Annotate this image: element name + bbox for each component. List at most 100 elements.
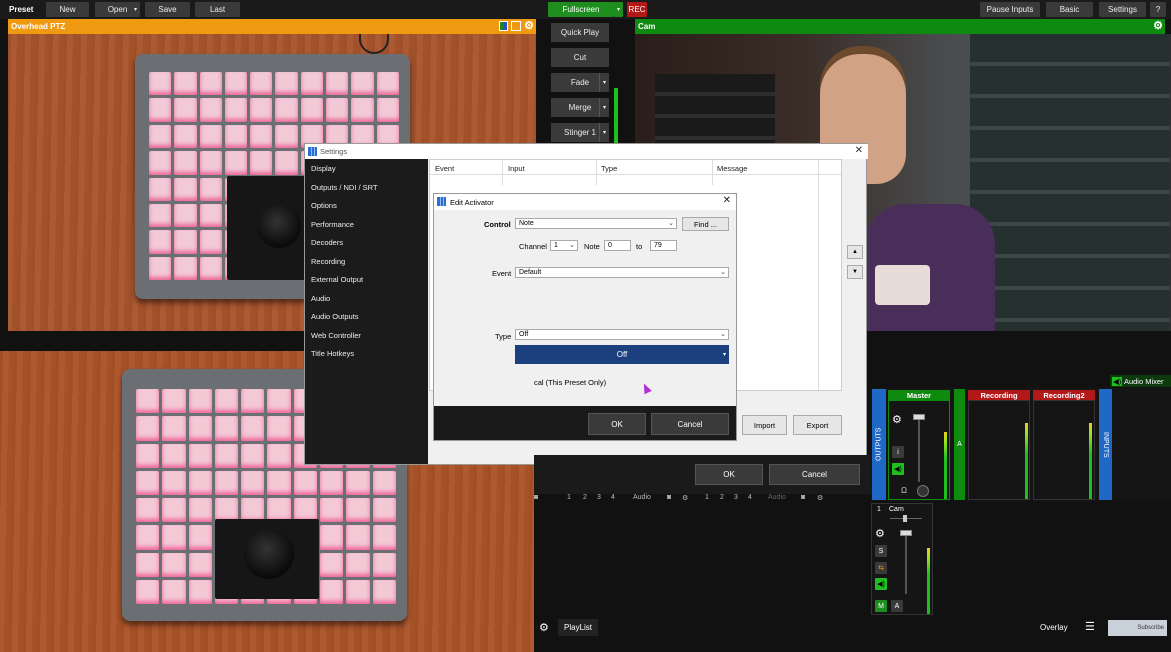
input-num-4[interactable]: 4 — [748, 494, 752, 501]
inputs-tab[interactable]: INPUTS — [1099, 389, 1112, 500]
speaker-icon: ◀) — [1112, 377, 1123, 386]
sidebar-item-title-hotkeys[interactable]: Title Hotkeys — [305, 344, 428, 363]
export-button[interactable]: Export — [793, 415, 842, 435]
master-fader-handle[interactable] — [913, 414, 925, 420]
master-speaker-icon[interactable]: ◀) — [892, 463, 904, 475]
master-info-button[interactable]: i — [892, 446, 904, 458]
cam-speaker-icon[interactable]: ◀) — [875, 578, 887, 590]
menu-icon[interactable]: ☰ — [1085, 620, 1095, 633]
help-button[interactable]: ? — [1150, 2, 1166, 17]
sidebar-item-options[interactable]: Options — [305, 196, 428, 215]
mute-bus-button[interactable]: M — [875, 600, 887, 612]
speaker-icon[interactable]: ◙ — [667, 494, 671, 501]
sidebar-item-audio[interactable]: Audio — [305, 289, 428, 308]
cam-gear-icon[interactable]: ⚙ — [875, 527, 885, 540]
recording2-label[interactable]: Recording2 — [1033, 390, 1095, 400]
recording-meter — [1025, 423, 1028, 499]
keypad-key — [199, 72, 222, 96]
audio-label[interactable]: Audio — [768, 494, 786, 501]
gear-icon[interactable]: ⚙ — [817, 494, 823, 502]
gear-icon[interactable]: ⚙ — [524, 19, 534, 32]
basic-button[interactable]: Basic — [1046, 2, 1093, 17]
import-button[interactable]: Import — [742, 415, 787, 435]
note-from-input[interactable]: 0 — [604, 240, 631, 251]
bottom-gear-icon[interactable]: ⚙ — [539, 621, 549, 634]
close-icon[interactable]: ✕ — [855, 145, 863, 156]
control-select[interactable]: Note ⌄ — [515, 218, 677, 229]
input-num-1[interactable]: 1 — [705, 494, 709, 501]
output-gear-icon[interactable]: ⚙ — [1153, 19, 1163, 32]
layout-icon[interactable] — [511, 21, 521, 31]
open-button[interactable]: Open ▾ — [95, 2, 140, 17]
master-label[interactable]: Master — [888, 390, 950, 400]
fullscreen-dropdown-icon[interactable]: ▾ — [614, 2, 623, 17]
audio-label[interactable]: Audio — [633, 494, 651, 501]
sidebar-item-external-output[interactable]: External Output — [305, 270, 428, 289]
colour-icon[interactable] — [499, 21, 508, 31]
sidebar-item-audio-outputs[interactable]: Audio Outputs — [305, 307, 428, 326]
sidebar-item-decoders[interactable]: Decoders — [305, 233, 428, 252]
new-button[interactable]: New — [46, 2, 89, 17]
master-gear-icon[interactable]: ⚙ — [892, 413, 902, 426]
overlay-button[interactable]: Overlay — [1040, 623, 1068, 632]
edit-cancel-button[interactable]: Cancel — [651, 413, 729, 435]
playlist-button[interactable]: PlayList — [558, 619, 599, 636]
input-num-2[interactable]: 2 — [583, 494, 587, 501]
stinger-dropdown-icon[interactable]: ▾ — [599, 123, 609, 142]
input-num-1[interactable]: 1 — [567, 494, 571, 501]
pause-inputs-button[interactable]: Pause Inputs — [980, 2, 1040, 17]
sidebar-item-web-controller[interactable]: Web Controller — [305, 326, 428, 345]
bus-a-tab[interactable]: A — [954, 389, 965, 500]
input-num-3[interactable]: 3 — [734, 494, 738, 501]
settings-cancel-button[interactable]: Cancel — [769, 464, 860, 485]
input-num-2[interactable]: 2 — [720, 494, 724, 501]
note-to-input[interactable]: 79 — [650, 240, 677, 251]
speaker-icon[interactable]: ◙ — [801, 494, 805, 501]
volume-knob[interactable] — [917, 485, 929, 497]
sidebar-item-display[interactable]: Display — [305, 159, 428, 178]
gear-icon[interactable]: ⚙ — [682, 494, 688, 502]
cam-fader-handle[interactable] — [900, 530, 912, 536]
save-button[interactable]: Save — [145, 2, 190, 17]
settings-button[interactable]: Settings — [1099, 2, 1146, 17]
route-icon[interactable]: ⇆ — [875, 562, 887, 574]
move-down-button[interactable]: ▼ — [847, 265, 863, 279]
move-up-button[interactable]: ▲ — [847, 245, 863, 259]
input-num-4[interactable]: 4 — [611, 494, 615, 501]
stinger-button[interactable]: Stinger 1 ▾ — [551, 123, 609, 142]
fade-button[interactable]: Fade ▾ — [551, 73, 609, 92]
sidebar-item-performance[interactable]: Performance — [305, 215, 428, 234]
sidebar-item-outputs-ndi-srt[interactable]: Outputs / NDI / SRT — [305, 178, 428, 197]
rec-button[interactable]: REC — [627, 2, 647, 17]
edit-ok-button[interactable]: OK — [588, 413, 646, 435]
bus-a-button[interactable]: A — [891, 600, 903, 612]
note-label: Note — [584, 242, 600, 251]
keypad-key — [275, 151, 298, 175]
merge-dropdown-icon[interactable]: ▾ — [599, 98, 609, 117]
find-button[interactable]: Find ... — [682, 217, 729, 231]
audio-mixer-tab[interactable]: ◀) Audio Mixer — [1110, 375, 1171, 387]
sidebar-item-recording[interactable]: Recording — [305, 252, 428, 271]
input-num-3[interactable]: 3 — [597, 494, 601, 501]
channel-select[interactable]: 1 ⌄ — [550, 240, 578, 251]
outputs-tab[interactable]: OUTPUTS — [872, 389, 886, 500]
headphones-icon[interactable]: Ω — [901, 486, 907, 495]
keypad-key — [174, 203, 197, 228]
cut-button[interactable]: Cut — [551, 48, 609, 67]
speaker-icon[interactable]: ◙ — [534, 494, 538, 501]
type-select[interactable]: Off ⌄ — [515, 329, 729, 340]
fullscreen-button[interactable]: Fullscreen — [548, 2, 614, 17]
close-icon[interactable]: ✕ — [723, 195, 731, 206]
last-button[interactable]: Last — [195, 2, 240, 17]
fade-dropdown-icon[interactable]: ▾ — [599, 73, 609, 92]
pan-handle[interactable] — [903, 515, 907, 522]
solo-button[interactable]: S — [875, 545, 887, 557]
chevron-down-icon: ⌄ — [569, 242, 575, 249]
settings-ok-button[interactable]: OK — [695, 464, 763, 485]
merge-button[interactable]: Merge ▾ — [551, 98, 609, 117]
type-dropdown-selected[interactable]: Off ▾ — [515, 345, 729, 364]
quick-play-button[interactable]: Quick Play — [551, 23, 609, 42]
control-value: Note — [519, 220, 534, 227]
event-select[interactable]: Default ⌄ — [515, 267, 729, 278]
recording-label[interactable]: Recording — [968, 390, 1030, 400]
